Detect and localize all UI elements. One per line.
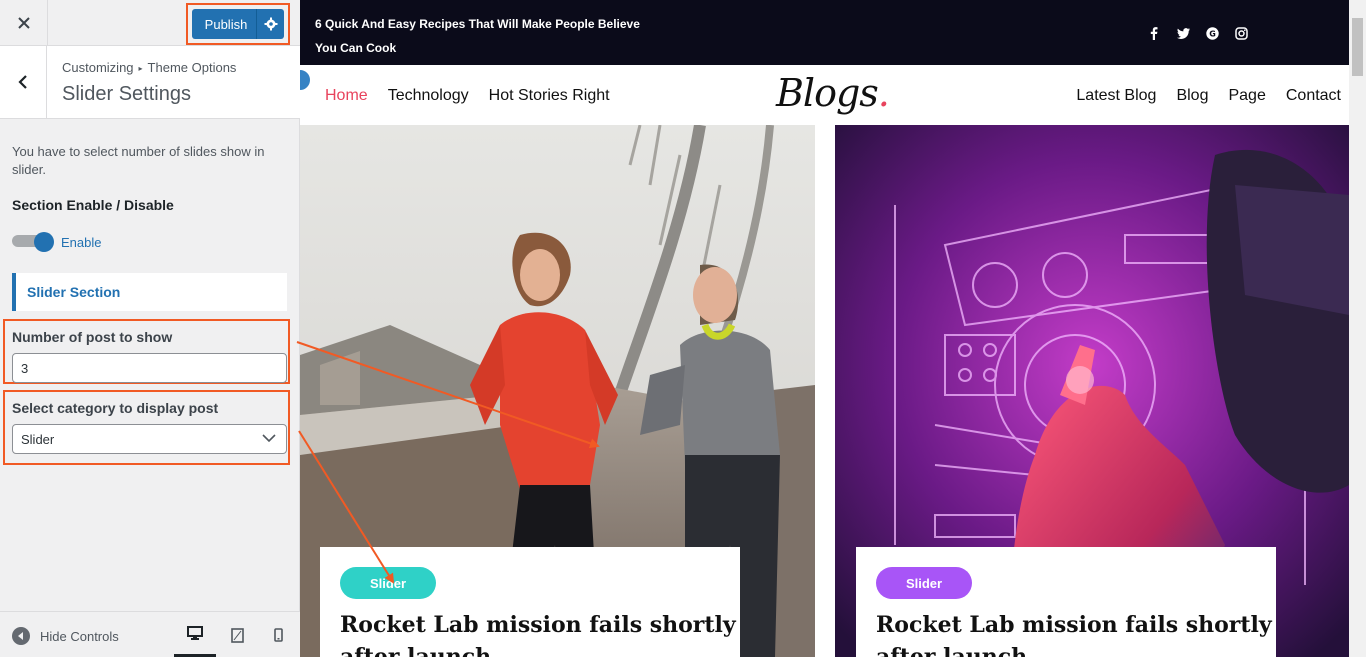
posts-count-label: Number of post to show bbox=[12, 329, 173, 345]
category-label: Select category to display post bbox=[12, 400, 219, 416]
category-badge[interactable]: Slider bbox=[876, 567, 972, 599]
mobile-icon bbox=[273, 628, 283, 642]
nav-item-hot-stories[interactable]: Hot Stories Right bbox=[489, 87, 610, 105]
category-badge[interactable]: Slider bbox=[340, 567, 436, 599]
hide-controls-button[interactable]: Hide Controls bbox=[12, 627, 119, 645]
site-logo[interactable]: Blogs. bbox=[776, 71, 890, 115]
logo-dot: . bbox=[877, 71, 890, 115]
google-plus-icon[interactable]: G bbox=[1204, 25, 1220, 41]
social-links: G bbox=[1146, 25, 1249, 41]
toggle-knob bbox=[34, 232, 54, 252]
preview-scrollbar[interactable] bbox=[1349, 0, 1366, 657]
customizer-panel: Publish Customizing ▸ Theme Options Slider… bbox=[0, 0, 300, 657]
nav-item-contact[interactable]: Contact bbox=[1286, 87, 1341, 105]
section-title: Slider Settings bbox=[62, 83, 191, 105]
edit-shortcut-icon[interactable] bbox=[300, 68, 312, 92]
chevron-down-icon bbox=[262, 434, 276, 443]
chevron-left-icon bbox=[18, 75, 27, 89]
back-button[interactable] bbox=[0, 46, 47, 118]
section-description: You have to select number of slides show… bbox=[12, 144, 265, 177]
nav-item-home[interactable]: Home bbox=[325, 87, 368, 105]
breadcrumb-separator-icon: ▸ bbox=[138, 64, 143, 73]
site-topbar: 6 Quick And Easy Recipes That Will Make … bbox=[300, 0, 1366, 65]
category-select[interactable]: Slider bbox=[12, 424, 287, 454]
mobile-preview-button[interactable] bbox=[257, 612, 299, 657]
slider-card[interactable]: Slider Rocket Lab mission fails shortly … bbox=[835, 125, 1349, 657]
customizer-footer: Hide Controls bbox=[0, 611, 300, 657]
tablet-preview-button[interactable] bbox=[216, 612, 258, 657]
facebook-icon[interactable] bbox=[1146, 25, 1162, 41]
svg-text:G: G bbox=[1209, 29, 1216, 38]
toggle-label: Enable bbox=[61, 235, 102, 250]
customizer-header: Publish bbox=[0, 0, 300, 46]
publish-button[interactable]: Publish bbox=[192, 9, 284, 39]
slider-card[interactable]: Slider Rocket Lab mission fails shortly … bbox=[300, 125, 815, 657]
breadcrumb: Customizing ▸ Theme Options bbox=[62, 60, 236, 75]
category-selected-value: Slider bbox=[21, 432, 55, 447]
posts-count-highlight: Number of post to show bbox=[3, 319, 290, 384]
hide-controls-label: Hide Controls bbox=[40, 628, 119, 644]
publish-settings-button[interactable] bbox=[256, 9, 284, 39]
enable-toggle[interactable] bbox=[12, 232, 56, 252]
instagram-icon[interactable] bbox=[1233, 25, 1249, 41]
logo-text: Blogs bbox=[776, 71, 879, 115]
primary-nav-right: Latest Blog Blog Page Contact bbox=[1076, 87, 1341, 105]
publish-label: Publish bbox=[204, 16, 248, 32]
breadcrumb-root: Customizing bbox=[62, 60, 134, 75]
close-icon bbox=[17, 17, 30, 29]
nav-item-technology[interactable]: Technology bbox=[388, 87, 469, 105]
gear-icon bbox=[264, 17, 277, 31]
primary-nav-left: Home Technology Hot Stories Right bbox=[325, 87, 610, 105]
nav-item-page[interactable]: Page bbox=[1228, 87, 1265, 105]
publish-highlight: Publish bbox=[186, 3, 290, 45]
desktop-preview-button[interactable] bbox=[174, 612, 216, 657]
twitter-icon[interactable] bbox=[1175, 25, 1191, 41]
desktop-icon bbox=[187, 626, 203, 640]
category-highlight: Select category to display post Slider bbox=[3, 390, 290, 465]
posts-count-input[interactable] bbox=[12, 353, 287, 383]
nav-item-latest-blog[interactable]: Latest Blog bbox=[1076, 87, 1156, 105]
card-title[interactable]: Rocket Lab mission fails shortly after l… bbox=[340, 609, 740, 657]
site-navbar: Home Technology Hot Stories Right Blogs.… bbox=[300, 65, 1366, 125]
nav-item-blog[interactable]: Blog bbox=[1176, 87, 1208, 105]
card-title[interactable]: Rocket Lab mission fails shortly after l… bbox=[876, 609, 1276, 657]
topbar-headline[interactable]: 6 Quick And Easy Recipes That Will Make … bbox=[315, 12, 645, 60]
scrollbar-thumb[interactable] bbox=[1352, 18, 1363, 76]
tablet-icon bbox=[230, 627, 244, 643]
card-content: Slider Rocket Lab mission fails shortly … bbox=[856, 547, 1276, 657]
enable-heading: Section Enable / Disable bbox=[12, 197, 174, 213]
breadcrumb-parent: Theme Options bbox=[147, 60, 237, 75]
site-preview: 6 Quick And Easy Recipes That Will Make … bbox=[300, 0, 1366, 657]
close-customizer-button[interactable] bbox=[0, 0, 48, 46]
section-header: Customizing ▸ Theme Options Slider Setting… bbox=[0, 46, 300, 119]
collapse-icon bbox=[12, 627, 30, 645]
card-content: Slider Rocket Lab mission fails shortly … bbox=[320, 547, 740, 657]
slider-section-heading: Slider Section bbox=[12, 273, 287, 311]
